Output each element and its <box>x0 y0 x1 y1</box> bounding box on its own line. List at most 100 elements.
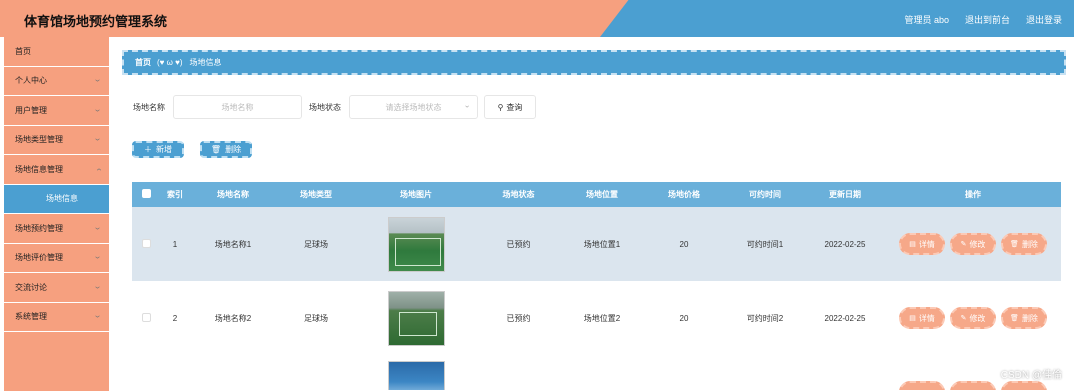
main-content: 首页 (♥ ω ♥) 场地信息 场地名称 场地名称 场地状态 请选择场地状态 › … <box>120 37 1070 391</box>
select-all-checkbox[interactable] <box>141 189 151 198</box>
cell-price: 20 <box>679 239 689 249</box>
batch-delete-label: 删除 <box>225 145 242 154</box>
cell-index: 1 <box>172 239 178 249</box>
cell-location: 场地位置2 <box>583 313 621 323</box>
venue-name-label: 场地名称 <box>133 102 165 112</box>
cell-location: 场地位置1 <box>583 239 621 249</box>
col-index: 索引 <box>167 190 183 199</box>
cell-name: 场地名称2 <box>214 313 252 323</box>
col-time: 可约时间 <box>749 190 781 199</box>
venue-name-input[interactable]: 场地名称 <box>173 95 302 119</box>
venue-image[interactable] <box>387 361 445 390</box>
row-checkbox[interactable] <box>141 238 151 248</box>
sidebar-item-profile[interactable]: 个人中心 › <box>4 67 109 96</box>
cell-actions: ▤ 详情 ✎ 修改 🗑 删除 <box>885 233 1061 255</box>
chevron-down-icon: › <box>92 256 105 260</box>
table-row <box>132 355 1061 390</box>
add-button[interactable]: ＋ 新增 <box>132 141 184 158</box>
plus-icon: ＋ <box>144 145 152 154</box>
venue-image[interactable] <box>387 290 445 346</box>
edit-label: 修改 <box>969 313 986 323</box>
cell-actions: ▤ 详情 ✎ 修改 🗑 删除 <box>885 307 1061 329</box>
venue-name-placeholder: 场地名称 <box>221 102 254 112</box>
breadcrumb-current: 场地信息 <box>189 58 222 67</box>
sidebar-item-reservations[interactable]: 场地预约管理 › <box>4 214 109 244</box>
cell-date: 2022-02-25 <box>824 313 866 323</box>
detail-button[interactable]: ▤ 详情 <box>899 233 945 255</box>
batch-delete-button[interactable]: 🗑 删除 <box>200 141 252 158</box>
pencil-icon: ✎ <box>960 315 967 322</box>
col-actions: 操作 <box>965 190 981 199</box>
delete-button[interactable] <box>1001 381 1047 390</box>
delete-button[interactable]: 🗑 删除 <box>1001 307 1047 329</box>
breadcrumb-home[interactable]: 首页 <box>135 57 151 68</box>
edit-button[interactable]: ✎ 修改 <box>950 233 996 255</box>
sidebar-item-venue-info[interactable]: 场地信息 <box>4 184 109 214</box>
edit-label: 修改 <box>969 239 986 249</box>
cell-time: 可约时间1 <box>746 239 784 249</box>
sidebar-item-venue-types[interactable]: 场地类型管理 › <box>4 126 109 155</box>
header: 体育馆场地预约管理系统 管理员 abo 退出到前台 退出登录 <box>0 0 1074 37</box>
sidebar-item-system[interactable]: 系统管理 › <box>4 303 109 332</box>
sidebar-item-label: 系统管理 <box>15 312 47 322</box>
delete-button[interactable]: 🗑 删除 <box>1001 233 1047 255</box>
venue-image[interactable] <box>387 216 445 272</box>
sidebar: 首页 个人中心 › 用户管理 › 场地类型管理 › 场地信息管理 › 场地信息 场地预约… <box>4 37 109 391</box>
delete-label: 删除 <box>1021 239 1038 249</box>
venue-status-select[interactable]: 请选择场地状态 › <box>349 95 478 119</box>
detail-label: 详情 <box>918 313 935 323</box>
table-row: 1 场地名称1 足球场 已预约 场地位置1 20 可约时间1 2022-02-2… <box>132 207 1061 281</box>
sidebar-item-venue-info-mgmt[interactable]: 场地信息管理 › <box>4 155 109 185</box>
chevron-down-icon: › <box>463 105 473 108</box>
chevron-down-icon: › <box>92 315 105 319</box>
cell-type: 足球场 <box>304 239 328 249</box>
document-icon: ▤ <box>909 241 916 248</box>
sidebar-item-label: 用户管理 <box>15 105 47 115</box>
add-button-label: 新增 <box>156 145 172 154</box>
cell-status: 已预约 <box>506 239 531 249</box>
col-name: 场地名称 <box>217 190 249 199</box>
watermark: CSDN @佳倫 <box>1000 370 1062 381</box>
query-button-label: 查询 <box>506 102 523 112</box>
col-image: 场地图片 <box>400 190 432 199</box>
col-location: 场地位置 <box>586 190 618 199</box>
sidebar-item-home[interactable]: 首页 <box>4 37 109 67</box>
cell-status: 已预约 <box>506 313 531 323</box>
header-nav: 管理员 abo 退出到前台 退出登录 <box>904 13 1062 26</box>
sidebar-item-forum[interactable]: 交流讨论 › <box>4 273 109 303</box>
detail-button[interactable] <box>899 381 945 390</box>
logout-link[interactable]: 退出登录 <box>1026 13 1062 26</box>
col-type: 场地类型 <box>300 190 332 199</box>
col-price: 场地价格 <box>668 190 700 199</box>
query-button[interactable]: ⚲ 查询 <box>484 95 536 119</box>
sidebar-item-label: 场地信息 <box>46 194 78 204</box>
search-icon: ⚲ <box>497 102 504 112</box>
row-checkbox[interactable] <box>141 312 151 322</box>
detail-button[interactable]: ▤ 详情 <box>899 307 945 329</box>
chevron-down-icon: › <box>92 79 105 83</box>
cell-index: 2 <box>172 313 178 323</box>
search-bar: 场地名称 场地名称 场地状态 请选择场地状态 › ⚲ 查询 <box>133 95 536 119</box>
sidebar-item-users[interactable]: 用户管理 › <box>4 96 109 126</box>
goto-front-link[interactable]: 退出到前台 <box>965 13 1010 26</box>
select-all-cell <box>132 189 160 200</box>
document-icon: ▤ <box>909 315 916 322</box>
table-header: 索引 场地名称 场地类型 场地图片 场地状态 场地位置 场地价格 可约时间 更新… <box>132 182 1061 207</box>
cell-type: 足球场 <box>304 313 328 323</box>
cell-date: 2022-02-25 <box>824 239 866 249</box>
trash-icon: 🗑 <box>1010 241 1019 248</box>
chevron-down-icon: › <box>92 138 105 142</box>
chevron-down-icon: › <box>92 108 105 112</box>
edit-button[interactable]: ✎ 修改 <box>950 307 996 329</box>
chevron-up-icon: › <box>92 167 105 171</box>
venue-status-label: 场地状态 <box>309 102 341 112</box>
cell-image <box>356 355 476 390</box>
venue-table: 索引 场地名称 场地类型 场地图片 场地状态 场地位置 场地价格 可约时间 更新… <box>132 182 1061 390</box>
cell-name: 场地名称1 <box>214 239 252 249</box>
edit-button[interactable] <box>950 381 996 390</box>
cell-time: 可约时间2 <box>746 313 784 323</box>
chevron-down-icon: › <box>92 285 105 289</box>
action-bar: ＋ 新增 🗑 删除 <box>132 141 252 158</box>
pencil-icon: ✎ <box>960 241 967 248</box>
sidebar-item-reviews[interactable]: 场地评价管理 › <box>4 244 109 273</box>
